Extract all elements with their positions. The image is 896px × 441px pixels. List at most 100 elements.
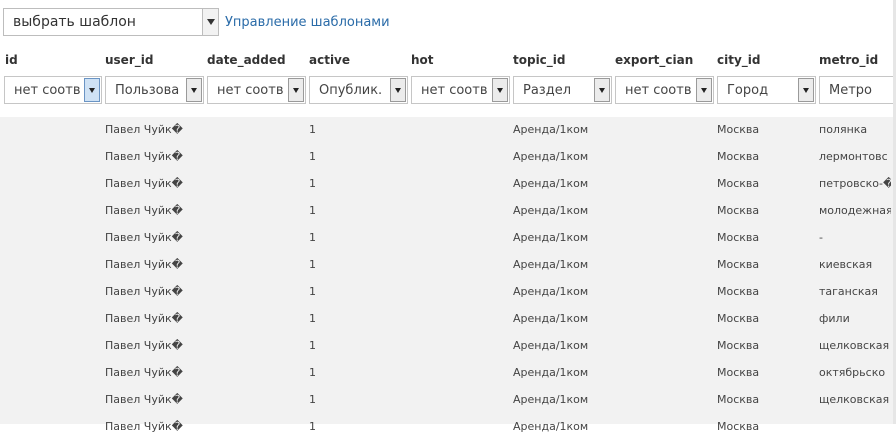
cell-active: 1 [309, 204, 316, 217]
chevron-down-icon [701, 87, 707, 93]
template-select-value: выбрать шаблон [13, 14, 136, 30]
header-id[interactable]: id [5, 53, 18, 67]
cell-city-id: Москва [717, 339, 760, 352]
cell-user-id: Павел Чуйк� [105, 231, 183, 244]
chevron-down-icon [293, 87, 299, 93]
table-row[interactable]: Павел Чуйк� 1 Аренда/1ком Москва петровско-� [0, 171, 896, 198]
filter-id-dropdown[interactable] [84, 78, 100, 102]
header-topic-id[interactable]: topic_id [513, 53, 566, 67]
filter-active-value: Опублик. [319, 82, 383, 98]
table-row[interactable]: Павел Чуйк� 1 Аренда/1ком Москва фили [0, 306, 896, 333]
cell-topic-id: Аренда/1ком [513, 231, 589, 244]
cell-user-id: Павел Чуйк� [105, 420, 183, 433]
filter-metro-id[interactable]: Метро [819, 76, 895, 104]
cell-city-id: Москва [717, 312, 760, 325]
filter-city-id[interactable]: Город [717, 76, 816, 104]
cell-city-id: Москва [717, 204, 760, 217]
filter-export-cian-value: нет соотв [625, 82, 692, 98]
cell-topic-id: Аренда/1ком [513, 285, 589, 298]
cell-user-id: Павел Чуйк� [105, 258, 183, 271]
chevron-down-icon [395, 87, 401, 93]
cell-user-id: Павел Чуйк� [105, 339, 183, 352]
cell-active: 1 [309, 177, 316, 190]
cell-city-id: Москва [717, 366, 760, 379]
header-date-added[interactable]: date_added [207, 53, 286, 67]
filter-active[interactable]: Опублик. [309, 76, 408, 104]
template-select[interactable]: выбрать шаблон [3, 8, 219, 36]
cell-active: 1 [309, 123, 316, 136]
filter-user-id[interactable]: Пользова [105, 76, 204, 104]
cell-metro-id: киевская [819, 258, 873, 271]
cell-metro-id: полянка [819, 123, 868, 136]
data-grid: Павел Чуйк� 1 Аренда/1ком Москва полянка Паве… [0, 117, 896, 433]
header-active[interactable]: active [309, 53, 350, 67]
cell-active: 1 [309, 393, 316, 406]
table-row[interactable]: Павел Чуйк� 1 Аренда/1ком Москва октябрьско [0, 360, 896, 387]
chevron-down-icon [89, 87, 95, 93]
filter-city-id-dropdown[interactable] [798, 78, 814, 102]
cell-active: 1 [309, 339, 316, 352]
filter-hot-value: нет соотв [421, 82, 488, 98]
cell-topic-id: Аренда/1ком [513, 312, 589, 325]
cell-metro-id: фили [819, 312, 850, 325]
table-row[interactable]: Павел Чуйк� 1 Аренда/1ком Москва [0, 414, 896, 441]
filter-topic-id-value: Раздел [523, 82, 572, 98]
cell-topic-id: Аренда/1ком [513, 150, 589, 163]
filter-id-value: нет соотв [14, 82, 81, 98]
cell-city-id: Москва [717, 150, 760, 163]
chevron-down-icon [497, 87, 503, 93]
table-row[interactable]: Павел Чуйк� 1 Аренда/1ком Москва молодежная [0, 198, 896, 225]
cell-user-id: Павел Чуйк� [105, 285, 183, 298]
cell-topic-id: Аренда/1ком [513, 393, 589, 406]
table-row[interactable]: Павел Чуйк� 1 Аренда/1ком Москва щелковская [0, 333, 896, 360]
cell-active: 1 [309, 258, 316, 271]
filter-date-added[interactable]: нет соотв [207, 76, 306, 104]
header-user-id[interactable]: user_id [105, 53, 153, 67]
cell-city-id: Москва [717, 177, 760, 190]
manage-templates-link[interactable]: Управление шаблонами [225, 15, 390, 30]
table-row[interactable]: Павел Чуйк� 1 Аренда/1ком Москва таганская [0, 279, 896, 306]
cell-user-id: Павел Чуйк� [105, 150, 183, 163]
cell-user-id: Павел Чуйк� [105, 204, 183, 217]
filter-export-cian[interactable]: нет соотв [615, 76, 714, 104]
filter-active-dropdown[interactable] [390, 78, 406, 102]
cell-user-id: Павел Чуйк� [105, 312, 183, 325]
filter-topic-id[interactable]: Раздел [513, 76, 612, 104]
template-select-arrow[interactable] [202, 9, 218, 35]
filter-user-id-dropdown[interactable] [186, 78, 202, 102]
cell-topic-id: Аренда/1ком [513, 177, 589, 190]
cell-topic-id: Аренда/1ком [513, 204, 589, 217]
cell-city-id: Москва [717, 231, 760, 244]
cell-topic-id: Аренда/1ком [513, 123, 589, 136]
header-export-cian[interactable]: export_cian [615, 53, 693, 67]
cell-active: 1 [309, 312, 316, 325]
cell-metro-id: - [819, 231, 823, 244]
cell-metro-id: молодежная [819, 204, 891, 217]
header-metro-id[interactable]: metro_id [819, 53, 878, 67]
table-row[interactable]: Павел Чуйк� 1 Аренда/1ком Москва полянка [0, 117, 896, 144]
cell-metro-id: лермонтовс [819, 150, 888, 163]
filter-date-added-value: нет соотв [217, 82, 284, 98]
table-row[interactable]: Павел Чуйк� 1 Аренда/1ком Москва щелковская [0, 387, 896, 414]
cell-metro-id: октябрьско [819, 366, 886, 379]
cell-active: 1 [309, 366, 316, 379]
filter-date-added-dropdown[interactable] [288, 78, 304, 102]
template-bar: выбрать шаблон Управление шаблонами [3, 7, 390, 37]
filter-export-cian-dropdown[interactable] [696, 78, 712, 102]
cell-user-id: Павел Чуйк� [105, 123, 183, 136]
header-city-id[interactable]: city_id [717, 53, 761, 67]
cell-city-id: Москва [717, 420, 760, 433]
filter-city-id-value: Город [727, 82, 769, 98]
table-row[interactable]: Павел Чуйк� 1 Аренда/1ком Москва - [0, 225, 896, 252]
filter-hot[interactable]: нет соотв [411, 76, 510, 104]
table-row[interactable]: Павел Чуйк� 1 Аренда/1ком Москва киевская [0, 252, 896, 279]
table-row[interactable]: Павел Чуйк� 1 Аренда/1ком Москва лермонтовс [0, 144, 896, 171]
filter-id[interactable]: нет соотв [4, 76, 102, 104]
header-hot[interactable]: hot [411, 53, 434, 67]
filter-hot-dropdown[interactable] [492, 78, 508, 102]
cell-user-id: Павел Чуйк� [105, 366, 183, 379]
filter-metro-id-value: Метро [829, 82, 872, 98]
cell-metro-id: петровско-� [819, 177, 891, 190]
filter-topic-id-dropdown[interactable] [594, 78, 610, 102]
chevron-down-icon [191, 87, 197, 93]
